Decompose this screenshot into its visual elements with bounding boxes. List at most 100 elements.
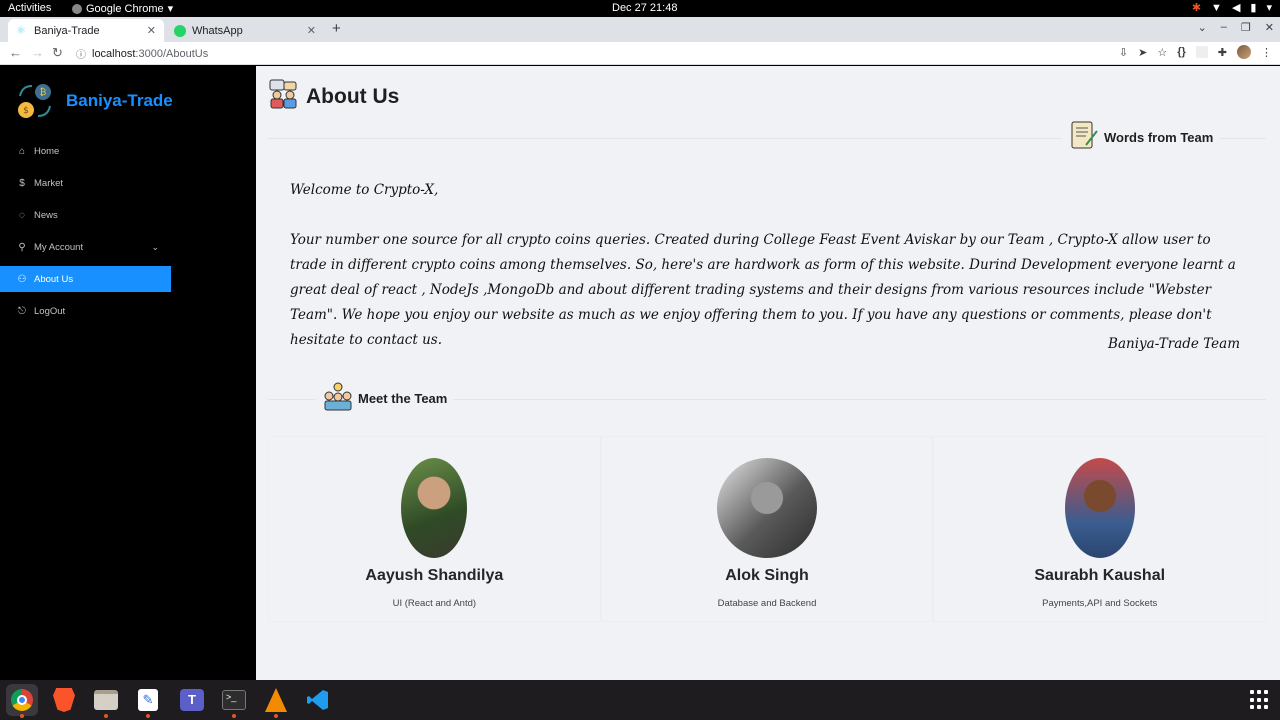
dock-files[interactable] — [90, 684, 122, 718]
minimize-button[interactable]: – — [1221, 21, 1227, 34]
home-icon: ⌂ — [18, 145, 26, 157]
tab-title: WhatsApp — [192, 24, 243, 37]
dock: ✎ T >_ — [0, 680, 1280, 720]
app-menu-label: Google Chrome — [86, 2, 164, 15]
sidebar-menu: ⌂ Home $ Market ◌ News ⚲ My Account ⌄ ⚇ … — [0, 138, 171, 330]
url-field[interactable]: ⓘ localhost:3000/AboutUs — [76, 44, 1116, 63]
sidebar-item-about-us[interactable]: ⚇ About Us — [0, 266, 171, 292]
sidebar-item-label: Market — [34, 177, 64, 189]
sidebar-item-news[interactable]: ◌ News — [0, 202, 171, 228]
volume-icon: ◀ — [1231, 2, 1241, 14]
sidebar-item-label: About Us — [34, 273, 74, 285]
words-from-team-title: Words from Team — [1104, 130, 1214, 145]
brave-icon — [53, 688, 75, 712]
browser-toolbar: ⇩ ➤ ☆ {} ✚ ⋮ — [1119, 45, 1272, 59]
back-icon[interactable]: ← — [9, 45, 22, 60]
sidebar-item-label: News — [34, 209, 58, 221]
react-favicon-icon: ⚛ — [16, 24, 26, 37]
main-content: About Us Words from Team Welcome to Cryp… — [256, 66, 1280, 680]
bookmark-star-icon[interactable]: ☆ — [1157, 46, 1167, 59]
sidebar-item-label: LogOut — [34, 305, 66, 317]
dock-terminal[interactable]: >_ — [218, 684, 250, 718]
extension-blank-icon[interactable] — [1195, 46, 1208, 58]
greeting-text: Welcome to Crypto-X, — [290, 182, 439, 198]
restore-button[interactable]: ❐ — [1241, 21, 1251, 34]
vlc-icon — [265, 688, 287, 712]
clock[interactable]: Dec 27 21:48 — [612, 2, 677, 14]
accessibility-icon: ✱ — [1191, 2, 1202, 14]
address-bar: ← → ↻ ⓘ localhost:3000/AboutUs ⇩ ➤ ☆ {} … — [0, 42, 1280, 65]
sidebar-item-my-account[interactable]: ⚲ My Account ⌄ — [0, 234, 171, 260]
running-indicator — [232, 714, 236, 718]
running-indicator — [20, 714, 24, 718]
sidebar-item-label: Home — [34, 145, 60, 157]
sidebar-item-logout[interactable]: ⎋ LogOut — [0, 298, 171, 324]
team-meeting-icon — [268, 78, 300, 115]
show-applications-icon[interactable] — [1250, 690, 1270, 710]
brand-name: Baniya-Trade — [66, 91, 173, 110]
member-name: Saurabh Kaushal — [1034, 567, 1166, 584]
profile-avatar[interactable] — [1237, 45, 1251, 59]
crypto-exchange-logo-icon: ₿ $ — [14, 82, 56, 120]
meet-the-team-title: Meet the Team — [358, 391, 448, 406]
tab-baniya-trade[interactable]: ⚛ Baniya-Trade ✕ — [8, 19, 164, 42]
signature: Baniya-Trade Team — [1108, 336, 1240, 352]
install-app-icon[interactable]: ⇩ — [1119, 46, 1128, 59]
bulb-icon: ◌ — [19, 209, 25, 221]
running-indicator — [104, 714, 108, 718]
member-name: Aayush Shandilya — [365, 567, 504, 584]
svg-text:$: $ — [23, 106, 29, 116]
team-card: Aayush Shandilya UI (React and Antd) — [268, 436, 601, 622]
member-role: Payments,API and Sockets — [1042, 598, 1158, 609]
activities-button[interactable]: Activities — [8, 2, 51, 14]
words-from-team-heading: Words from Team — [1062, 119, 1220, 156]
reload-icon[interactable]: ↻ — [52, 45, 63, 61]
battery-icon: ▮ — [1250, 2, 1257, 14]
new-tab-button[interactable]: + — [332, 20, 341, 37]
whatsapp-favicon-icon — [174, 24, 186, 37]
kebab-menu-icon[interactable]: ⋮ — [1261, 46, 1272, 59]
dock-teams[interactable]: T — [176, 684, 208, 716]
member-photo — [717, 458, 817, 558]
sidebar-item-home[interactable]: ⌂ Home — [0, 138, 171, 164]
forward-icon[interactable]: → — [31, 45, 44, 60]
chrome-small-icon — [72, 3, 82, 14]
tab-search-icon[interactable]: ⌄ — [1198, 21, 1207, 34]
vscode-icon — [307, 689, 329, 711]
app-menu[interactable]: Google Chrome ▾ — [72, 2, 173, 15]
dock-text-editor[interactable]: ✎ — [132, 684, 164, 718]
system-top-bar: Activities Google Chrome ▾ Dec 27 21:48 … — [0, 0, 1280, 17]
close-icon[interactable]: ✕ — [147, 24, 156, 37]
json-extension-icon[interactable]: {} — [1177, 46, 1186, 58]
brand[interactable]: ₿ $ Baniya-Trade — [14, 82, 173, 120]
chevron-down-icon: ⌄ — [151, 241, 159, 252]
dock-vscode[interactable] — [302, 684, 334, 716]
dock-vlc[interactable] — [260, 684, 292, 718]
member-role: Database and Backend — [717, 598, 817, 609]
caret-down-icon: ▾ — [167, 3, 174, 15]
tab-title: Baniya-Trade — [34, 24, 100, 37]
send-icon[interactable]: ➤ — [1138, 46, 1147, 59]
wifi-icon: ▼ — [1211, 1, 1222, 14]
team-card: Saurabh Kaushal Payments,API and Sockets — [933, 436, 1267, 622]
chrome-icon — [11, 689, 33, 711]
member-photo — [401, 458, 468, 558]
sidebar: ₿ $ Baniya-Trade ⌂ Home $ Market ◌ News — [0, 66, 256, 680]
team-card: Alok Singh Database and Backend — [600, 436, 934, 622]
extensions-puzzle-icon[interactable]: ✚ — [1218, 46, 1227, 59]
member-role: UI (React and Antd) — [392, 598, 477, 609]
close-icon[interactable]: ✕ — [307, 24, 316, 37]
dock-brave[interactable] — [48, 684, 80, 716]
tab-whatsapp[interactable]: WhatsApp ✕ — [166, 19, 324, 42]
running-indicator — [274, 714, 278, 718]
sidebar-item-market[interactable]: $ Market — [0, 170, 171, 196]
system-tray[interactable]: ✱ ▼ ◀ ▮ ▾ — [1191, 1, 1272, 15]
dock-chrome[interactable] — [6, 684, 38, 718]
team-message: Welcome to Crypto-X, Your number one sou… — [290, 178, 1244, 378]
scroll-letter-icon — [1068, 119, 1100, 156]
info-icon[interactable]: ⓘ — [76, 46, 86, 61]
url-path: :3000/AboutUs — [135, 47, 209, 60]
close-window-button[interactable]: ✕ — [1265, 21, 1274, 34]
folder-icon — [94, 690, 118, 710]
page-header: About Us — [268, 78, 399, 115]
